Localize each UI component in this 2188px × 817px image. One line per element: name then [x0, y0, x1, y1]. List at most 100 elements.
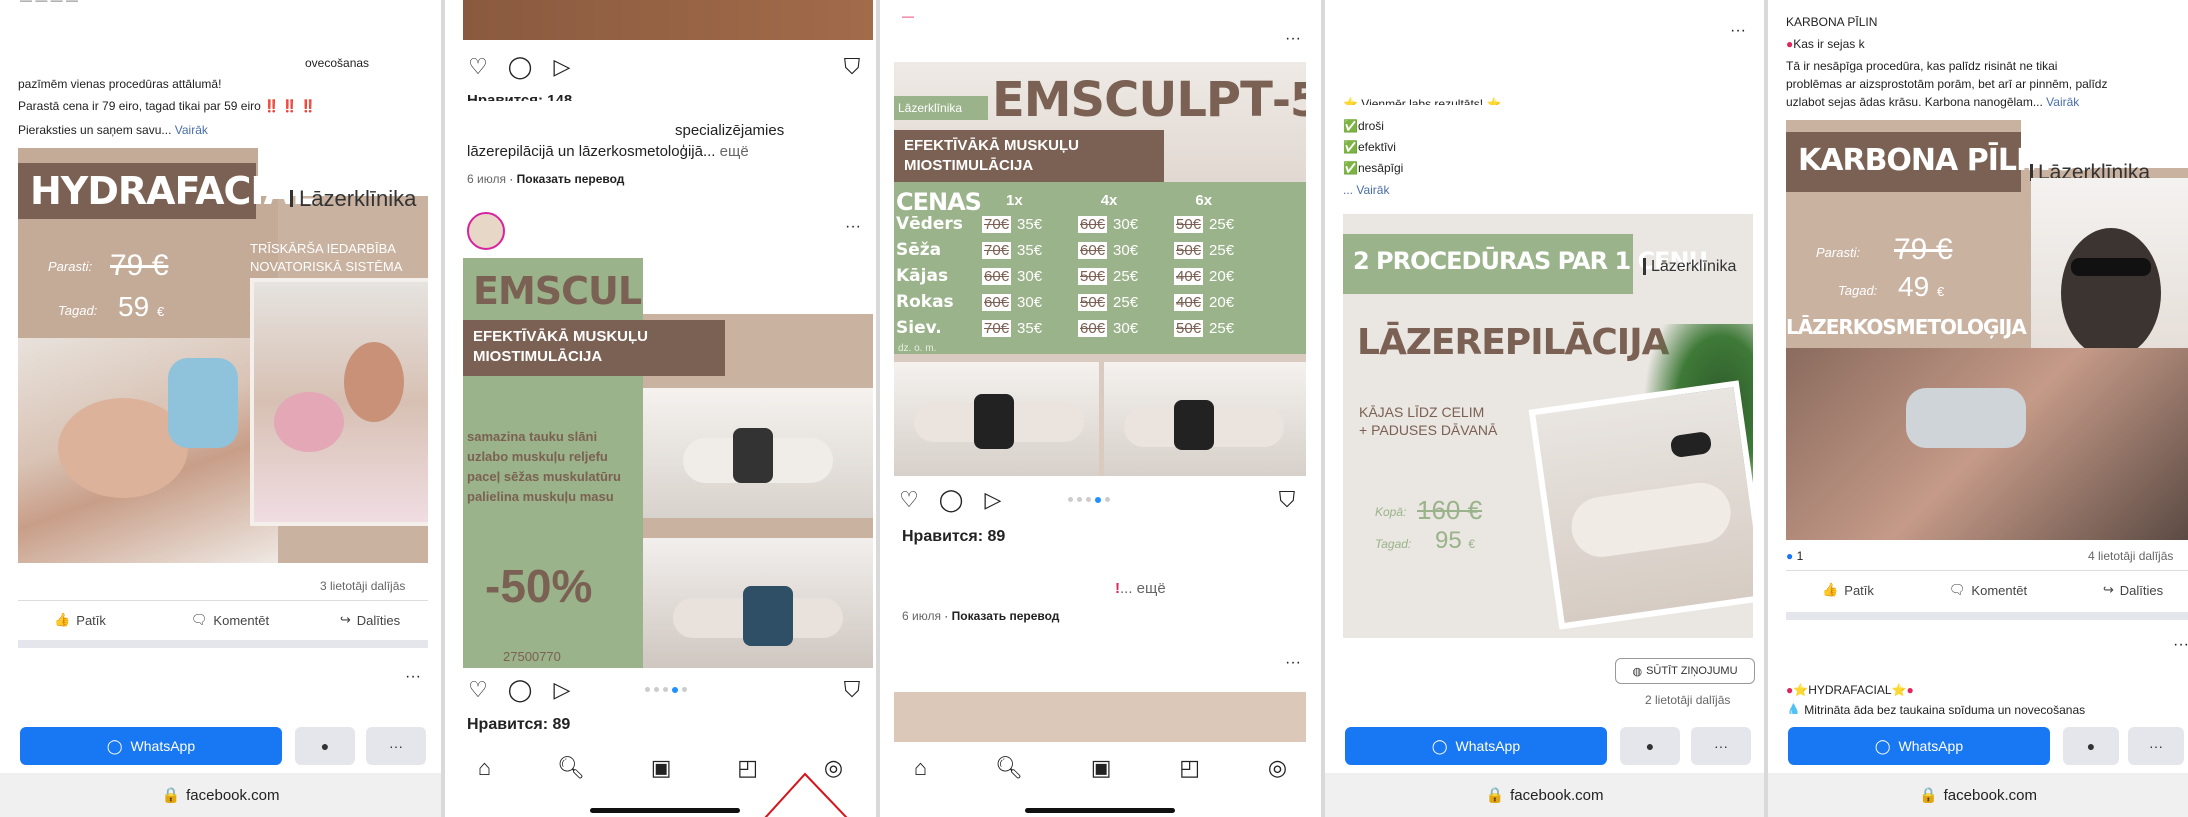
thumb-up-icon: 👍: [54, 612, 71, 627]
shares-count[interactable]: 4 lietotāji dalījās: [2088, 548, 2173, 565]
more-button[interactable]: ···: [366, 727, 426, 765]
old-price: 160 €: [1417, 495, 1483, 525]
heart-icon[interactable]: ♡: [463, 675, 493, 705]
url-bar[interactable]: 🔒 facebook.com: [1325, 773, 1764, 817]
see-more-link[interactable]: Vairāk: [175, 123, 208, 137]
messenger-button[interactable]: ●: [295, 727, 355, 765]
price-cell: 40€ 20€: [1174, 293, 1270, 311]
reaction-count[interactable]: ● 1: [1786, 548, 1803, 565]
more-link[interactable]: ещё: [720, 143, 749, 160]
price-cell: 50€ 25€: [1174, 215, 1270, 233]
send-icon[interactable]: ▷: [547, 52, 577, 82]
whatsapp-button[interactable]: ◯ WhatsApp: [1788, 727, 2050, 765]
shares-count[interactable]: 3 lietotāji dalījās: [320, 578, 405, 595]
emsculpt-post-image[interactable]: EMSCULPT EFEKTĪVĀKĀ MUSKUĻU MIOSTIMULĀCI…: [463, 258, 873, 668]
like-button[interactable]: 👍 Patīk: [1798, 576, 1898, 604]
home-icon[interactable]: ⌂: [478, 755, 491, 781]
new-price: 25€: [1209, 215, 1235, 233]
share-button[interactable]: ↪ Dalīties: [2083, 576, 2183, 604]
whatsapp-button[interactable]: ◯ WhatsApp: [1345, 727, 1607, 765]
lock-icon: 🔒: [1485, 787, 1505, 804]
reels-icon[interactable]: ▣: [1091, 755, 1112, 781]
messenger-button[interactable]: ●: [2063, 727, 2119, 765]
home-icon[interactable]: ⌂: [914, 755, 927, 781]
carousel-dots: [645, 687, 687, 693]
price-row-label: Sēža: [896, 240, 942, 260]
bookmark-icon[interactable]: ⛉: [837, 675, 867, 705]
more-options-icon[interactable]: ···: [2173, 636, 2188, 653]
more-options-icon[interactable]: ···: [1285, 654, 1301, 671]
translate-link[interactable]: Показать перевод: [517, 172, 625, 186]
shop-icon[interactable]: ◰: [1179, 755, 1200, 781]
url-bar[interactable]: 🔒 facebook.com: [0, 773, 441, 817]
likes-count[interactable]: Нравится: 89: [902, 528, 1005, 545]
caption-top-fragment: ovecošanas: [305, 56, 370, 70]
likes-count-cut[interactable]: Нравится: 148: [467, 92, 572, 101]
new-price: 35€: [1017, 241, 1043, 259]
send-message-button[interactable]: ◍ SŪTĪT ZIŅOJUMU: [1615, 658, 1755, 684]
whatsapp-icon: ◯: [106, 737, 123, 754]
lazerepilacija-post-image[interactable]: 2 PROCEDŪRAS PAR 1 CENU Lāzerklīnika LĀZ…: [1343, 214, 1753, 638]
likes-count[interactable]: Нравится: 89: [467, 716, 570, 733]
send-icon[interactable]: ▷: [978, 485, 1008, 515]
messenger-icon: ◍: [1632, 665, 1643, 678]
more-button[interactable]: ···: [2128, 727, 2184, 765]
whatsapp-icon: ◯: [1874, 737, 1891, 754]
price-row-label: Vēders: [896, 214, 963, 234]
share-button[interactable]: ↪ Dalīties: [320, 606, 420, 634]
old-price: 79 €: [1894, 233, 1953, 266]
heart-icon[interactable]: ♡: [894, 485, 924, 515]
price-cell: 60€ 30€: [1078, 215, 1174, 233]
emsculpt-prices-post-image[interactable]: Lāzerklīnika EMSCULPT-50% EFEKTĪVĀKĀ MUS…: [894, 62, 1306, 476]
bookmark-icon[interactable]: ⛉: [1272, 485, 1302, 515]
comment-button[interactable]: 🗨 Komentēt: [170, 606, 290, 634]
photo-abdomen-treatment: [643, 388, 873, 518]
brand-logo: Lāzerklīnika: [290, 188, 416, 210]
bookmark-icon[interactable]: ⛉: [837, 52, 867, 82]
search-icon[interactable]: 🔍︎: [995, 755, 1023, 781]
phone-number: 27500770: [503, 649, 561, 664]
comment-icon[interactable]: ◯: [505, 675, 535, 705]
search-icon[interactable]: 🔍︎: [557, 755, 585, 781]
see-more-link[interactable]: ... Vairāk: [1343, 182, 1389, 199]
comment-button[interactable]: 🗨 Komentēt: [1928, 576, 2048, 604]
hydrafacial-post-image[interactable]: HYDRAFACIAL Lāzerklīnika Parasti: 79 € T…: [18, 148, 428, 563]
avatar[interactable]: [467, 212, 505, 250]
comment-icon[interactable]: ◯: [505, 52, 535, 82]
caption-line-1: pazīmēm vienas procedūras attālumā!: [18, 77, 222, 91]
translate-link[interactable]: Показать перевод: [952, 609, 1060, 623]
checklist-item-2: ✅efektīvi: [1343, 140, 1396, 154]
more-link[interactable]: ... ещё: [1120, 580, 1166, 597]
more-button[interactable]: ···: [1691, 727, 1751, 765]
brand-logo: Lāzerklīnika: [1643, 258, 1736, 275]
whatsapp-button[interactable]: ◯ WhatsApp: [20, 727, 282, 765]
more-options-icon[interactable]: ···: [1285, 30, 1301, 47]
like-button[interactable]: 👍 Patīk: [30, 606, 130, 634]
redaction-box: [643, 258, 873, 314]
red-dot-icon: ●: [1786, 683, 1794, 697]
reels-icon[interactable]: ▣: [651, 755, 672, 781]
more-options-icon[interactable]: ···: [845, 218, 861, 235]
see-more-link[interactable]: Vairāk: [2046, 95, 2079, 109]
checklist-item-1: ✅droši: [1343, 119, 1384, 133]
checklist-item-3: ✅nesāpīgi: [1343, 161, 1404, 175]
more-options-icon[interactable]: ···: [1730, 22, 1746, 39]
comment-icon[interactable]: ◯: [936, 485, 966, 515]
price-table: 1x 4x 6x Vēders 70€ 35€ 60€ 30€ 50€ 25€ Sēža 70€…: [896, 192, 1306, 341]
send-icon[interactable]: ▷: [547, 675, 577, 705]
price-cell: 70€ 35€: [982, 215, 1078, 233]
caption-line-2: problēmas ar aizsprostotām porām, bet ar…: [1786, 77, 2108, 91]
shares-count[interactable]: 2 lietotāji dalījās: [1645, 692, 1730, 709]
price-row: Vēders 70€ 35€ 60€ 30€ 50€ 25€: [896, 211, 1306, 237]
more-options-icon[interactable]: ···: [405, 668, 421, 685]
like-reaction-icon: ●: [1786, 549, 1794, 563]
profile-icon[interactable]: ◎: [1268, 755, 1287, 781]
caption-line-1: specializējamies: [675, 122, 785, 139]
karbona-post-image[interactable]: KARBONA PĪLINGS Lāzerklīnika Parasti: 79…: [1786, 120, 2188, 540]
panel-instagram-emsculpt-prices: — ··· Lāzerklīnika EMSCULPT-50% EFEKTĪVĀ…: [880, 0, 1321, 817]
next-post-line: 💧 Mitrināta āda bez taukaina spīduma un …: [1786, 703, 2086, 714]
heart-icon[interactable]: ♡: [463, 52, 493, 82]
price-cell: 60€ 30€: [982, 267, 1078, 285]
url-bar[interactable]: 🔒 facebook.com: [1768, 773, 2188, 817]
messenger-button[interactable]: ●: [1620, 727, 1680, 765]
